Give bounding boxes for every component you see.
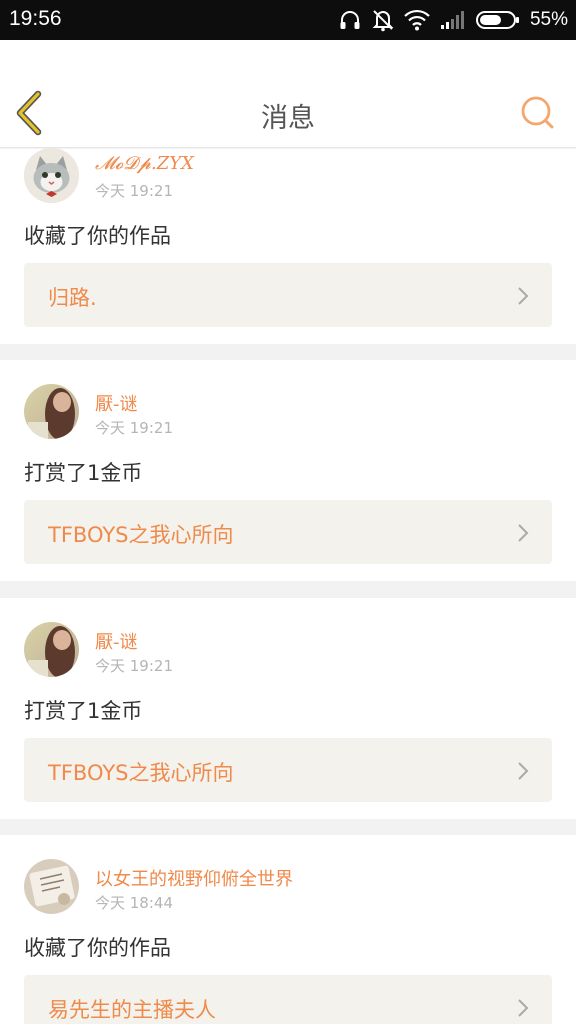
- battery-percentage: 55%: [529, 9, 568, 30]
- work-title: TFBOYS之我心所向: [48, 523, 234, 547]
- avatar[interactable]: [24, 859, 79, 914]
- page-title: 消息: [261, 103, 315, 134]
- battery-icon: [475, 11, 519, 29]
- work-link[interactable]: TFBOYS之我心所向: [24, 500, 552, 564]
- message-time: 今天 19:21: [95, 182, 173, 200]
- chevron-right-icon: [518, 762, 529, 780]
- user-name[interactable]: 厭-谜: [95, 628, 138, 654]
- chevron-right-icon: [518, 287, 529, 305]
- message-action: 收藏了你的作品: [24, 936, 171, 960]
- message-card: 𝓜𝓸𝓓𝓹.ZYX 今天 19:21 收藏了你的作品 归路.: [0, 148, 576, 344]
- work-title: 归路.: [48, 286, 97, 310]
- status-time: 19:56: [9, 7, 62, 30]
- search-icon: [521, 96, 554, 129]
- user-name[interactable]: 厭-谜: [95, 390, 138, 416]
- headphones-icon: [340, 11, 360, 29]
- status-bar: 19:56 55%: [0, 0, 576, 40]
- message-action: 打赏了1金币: [24, 699, 143, 723]
- work-link[interactable]: TFBOYS之我心所向: [24, 738, 552, 802]
- app-header: 消息: [0, 40, 576, 148]
- work-link[interactable]: 归路.: [24, 263, 552, 327]
- work-title: TFBOYS之我心所向: [48, 761, 234, 785]
- wifi-icon: [404, 9, 430, 31]
- message-time: 今天 19:21: [95, 657, 173, 675]
- message-card: 厭-谜 今天 19:21 打赏了1金币 TFBOYS之我心所向: [0, 598, 576, 819]
- message-card: 以女王的视野仰俯全世界 今天 18:44 收藏了你的作品 易先生的主播夫人: [0, 835, 576, 1024]
- chevron-right-icon: [518, 999, 529, 1017]
- message-action: 打赏了1金币: [24, 461, 143, 485]
- message-card: 厭-谜 今天 19:21 打赏了1金币 TFBOYS之我心所向: [0, 360, 576, 581]
- message-time: 今天 18:44: [95, 894, 173, 912]
- signal-icon: [440, 11, 464, 29]
- avatar[interactable]: [24, 384, 79, 439]
- message-action: 收藏了你的作品: [24, 224, 171, 248]
- avatar[interactable]: [24, 148, 79, 203]
- bell-off-icon: [372, 10, 394, 32]
- user-name[interactable]: 以女王的视野仰俯全世界: [95, 865, 293, 891]
- chevron-right-icon: [518, 524, 529, 542]
- message-time: 今天 19:21: [95, 419, 173, 437]
- user-name[interactable]: 𝓜𝓸𝓓𝓹.ZYX: [95, 153, 194, 174]
- search-button[interactable]: [520, 94, 556, 130]
- work-link[interactable]: 易先生的主播夫人: [24, 975, 552, 1024]
- avatar[interactable]: [24, 622, 79, 677]
- status-icons: 55%: [338, 6, 568, 34]
- work-title: 易先生的主播夫人: [48, 998, 216, 1022]
